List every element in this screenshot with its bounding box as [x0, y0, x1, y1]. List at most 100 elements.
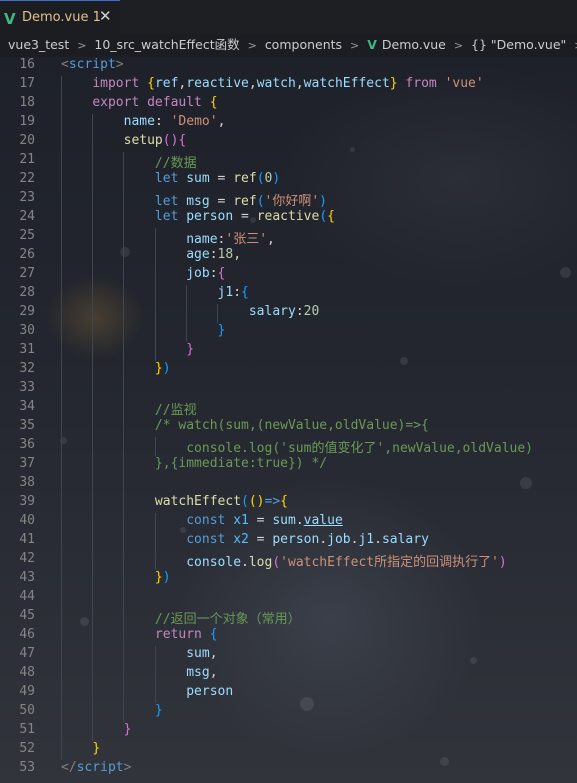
indent-guide: [123, 418, 125, 437]
indent-guide: [61, 190, 62, 209]
code-line[interactable]: //监视: [61, 399, 533, 418]
code-line[interactable]: let msg = ref('你好啊'): [61, 190, 533, 209]
line-number-gutter: 16 17 18 19 20 21 22 23 24 25 26 27 28 29 30 31 32 33 34 35…: [0, 57, 40, 779]
code-token: ): [319, 194, 327, 209]
indent-guide: [61, 171, 62, 190]
code-token: ,: [267, 232, 275, 247]
indent-guide: [154, 532, 156, 551]
line-number: 48: [19, 665, 35, 680]
code-line[interactable]: salary:20: [61, 304, 533, 323]
code-area[interactable]: <script> import {ref,reactive,watch,watc…: [61, 57, 533, 779]
breadcrumb-item[interactable]: vue3_test: [0, 34, 69, 56]
indent-guide: [123, 152, 125, 171]
code-line[interactable]: }): [61, 361, 533, 380]
code-line[interactable]: import {ref,reactive,watch,watchEffect} …: [61, 76, 533, 95]
code-line[interactable]: }: [61, 342, 533, 361]
code-line[interactable]: let sum = ref(0): [61, 171, 533, 190]
breadcrumb-item[interactable]: components: [265, 34, 342, 56]
code-line[interactable]: j1:{: [61, 285, 533, 304]
line-number: 41: [19, 532, 35, 547]
code-line[interactable]: console.log('sum的值变化了',newValue,oldValue…: [61, 437, 533, 456]
code-token: person: [186, 684, 234, 699]
line-number: 27: [19, 266, 35, 281]
close-icon[interactable]: ✕: [99, 7, 112, 25]
code-line[interactable]: }: [61, 323, 533, 342]
code-token: 'Demo': [170, 114, 218, 129]
code-line[interactable]: console.log('watchEffect所指定的回调执行了'): [61, 551, 533, 570]
indent-guide: [92, 304, 94, 323]
code-line[interactable]: },{immediate:true}) */: [61, 456, 533, 475]
indent-guide: [61, 475, 62, 494]
code-token: {: [178, 133, 187, 148]
code-line[interactable]: setup(){: [61, 133, 533, 152]
code-line[interactable]: }: [61, 722, 533, 741]
code-editor[interactable]: 16 17 18 19 20 21 22 23 24 25 26 27 28 29 30 31 32 33 34 35…: [0, 57, 577, 783]
code-token: 18: [217, 247, 234, 262]
code-token: const: [186, 532, 234, 547]
line-number: 23: [19, 190, 35, 205]
indent-guide: [92, 551, 94, 570]
code-line[interactable]: const x2 = person.job.j1.salary: [61, 532, 533, 551]
indent-guide: [92, 532, 94, 551]
code-line[interactable]: name: 'Demo',: [61, 114, 533, 133]
indent-guide: [61, 114, 62, 133]
code-line[interactable]: job:{: [61, 266, 533, 285]
code-line[interactable]: /* watch(sum,(newValue,oldValue)=>{: [61, 418, 533, 437]
code-line[interactable]: name:'张三',: [61, 228, 533, 247]
code-token: },{immediate:true}) */: [154, 456, 328, 471]
code-line[interactable]: age:18,: [61, 247, 533, 266]
code-token: }: [389, 76, 398, 91]
indent-guide: [123, 285, 125, 304]
line-number: 39: [19, 494, 35, 509]
code-line[interactable]: watchEffect(()=>{: [61, 494, 533, 513]
indent-guide: [92, 133, 94, 152]
breadcrumb-item[interactable]: Demo.vue: [382, 34, 446, 56]
code-token: job: [186, 266, 210, 281]
indent-guide: [154, 684, 156, 703]
code-line[interactable]: [61, 589, 533, 608]
code-line[interactable]: sum,: [61, 646, 533, 665]
code-line[interactable]: export default {: [61, 95, 533, 114]
breadcrumb-item[interactable]: {} "Demo.vue": [471, 34, 566, 56]
indent-guide: [123, 570, 125, 589]
code-line[interactable]: person: [61, 684, 533, 703]
indent-guide: [61, 570, 62, 589]
indent-guide: [154, 323, 156, 342]
tab-demo-vue[interactable]: V Demo.vue 1 ✕: [0, 0, 120, 34]
indent-guide: [61, 627, 62, 646]
code-line[interactable]: <script>: [61, 57, 533, 76]
code-token: sum: [186, 646, 210, 661]
code-line[interactable]: }: [61, 703, 533, 722]
indentation: [61, 612, 155, 627]
code-line[interactable]: }): [61, 570, 533, 589]
code-line[interactable]: //返回一个对象（常用）: [61, 608, 533, 627]
code-token: }: [217, 323, 226, 338]
indent-guide: [92, 513, 94, 532]
code-line[interactable]: [61, 475, 533, 494]
indent-guide: [92, 684, 94, 703]
indent-guide: [92, 247, 94, 266]
code-token: {: [327, 209, 335, 224]
code-token: reactive: [186, 76, 249, 91]
code-line[interactable]: return {: [61, 627, 533, 646]
vue-file-icon: V: [367, 37, 377, 52]
code-line[interactable]: const x1 = sum.value: [61, 513, 533, 532]
code-line[interactable]: }: [61, 741, 533, 760]
code-token: ): [162, 570, 171, 585]
line-number: 40: [19, 513, 35, 528]
indent-guide: [92, 494, 94, 513]
indent-guide: [61, 513, 62, 532]
indent-guide: [61, 209, 62, 228]
code-token: >: [123, 760, 132, 775]
code-line[interactable]: msg,: [61, 665, 533, 684]
code-line[interactable]: let person = reactive({: [61, 209, 533, 228]
indent-guide: [123, 703, 125, 722]
code-line[interactable]: //数据: [61, 152, 533, 171]
indent-guide: [61, 589, 62, 608]
tab-bar: V Demo.vue 1 ✕: [0, 0, 577, 34]
code-line[interactable]: </script>: [61, 760, 533, 779]
code-line[interactable]: [61, 380, 533, 399]
code-token: //监视: [154, 403, 197, 418]
breadcrumb-item[interactable]: 10_src_watchEffect函数: [94, 34, 239, 56]
indent-guide: [92, 418, 94, 437]
